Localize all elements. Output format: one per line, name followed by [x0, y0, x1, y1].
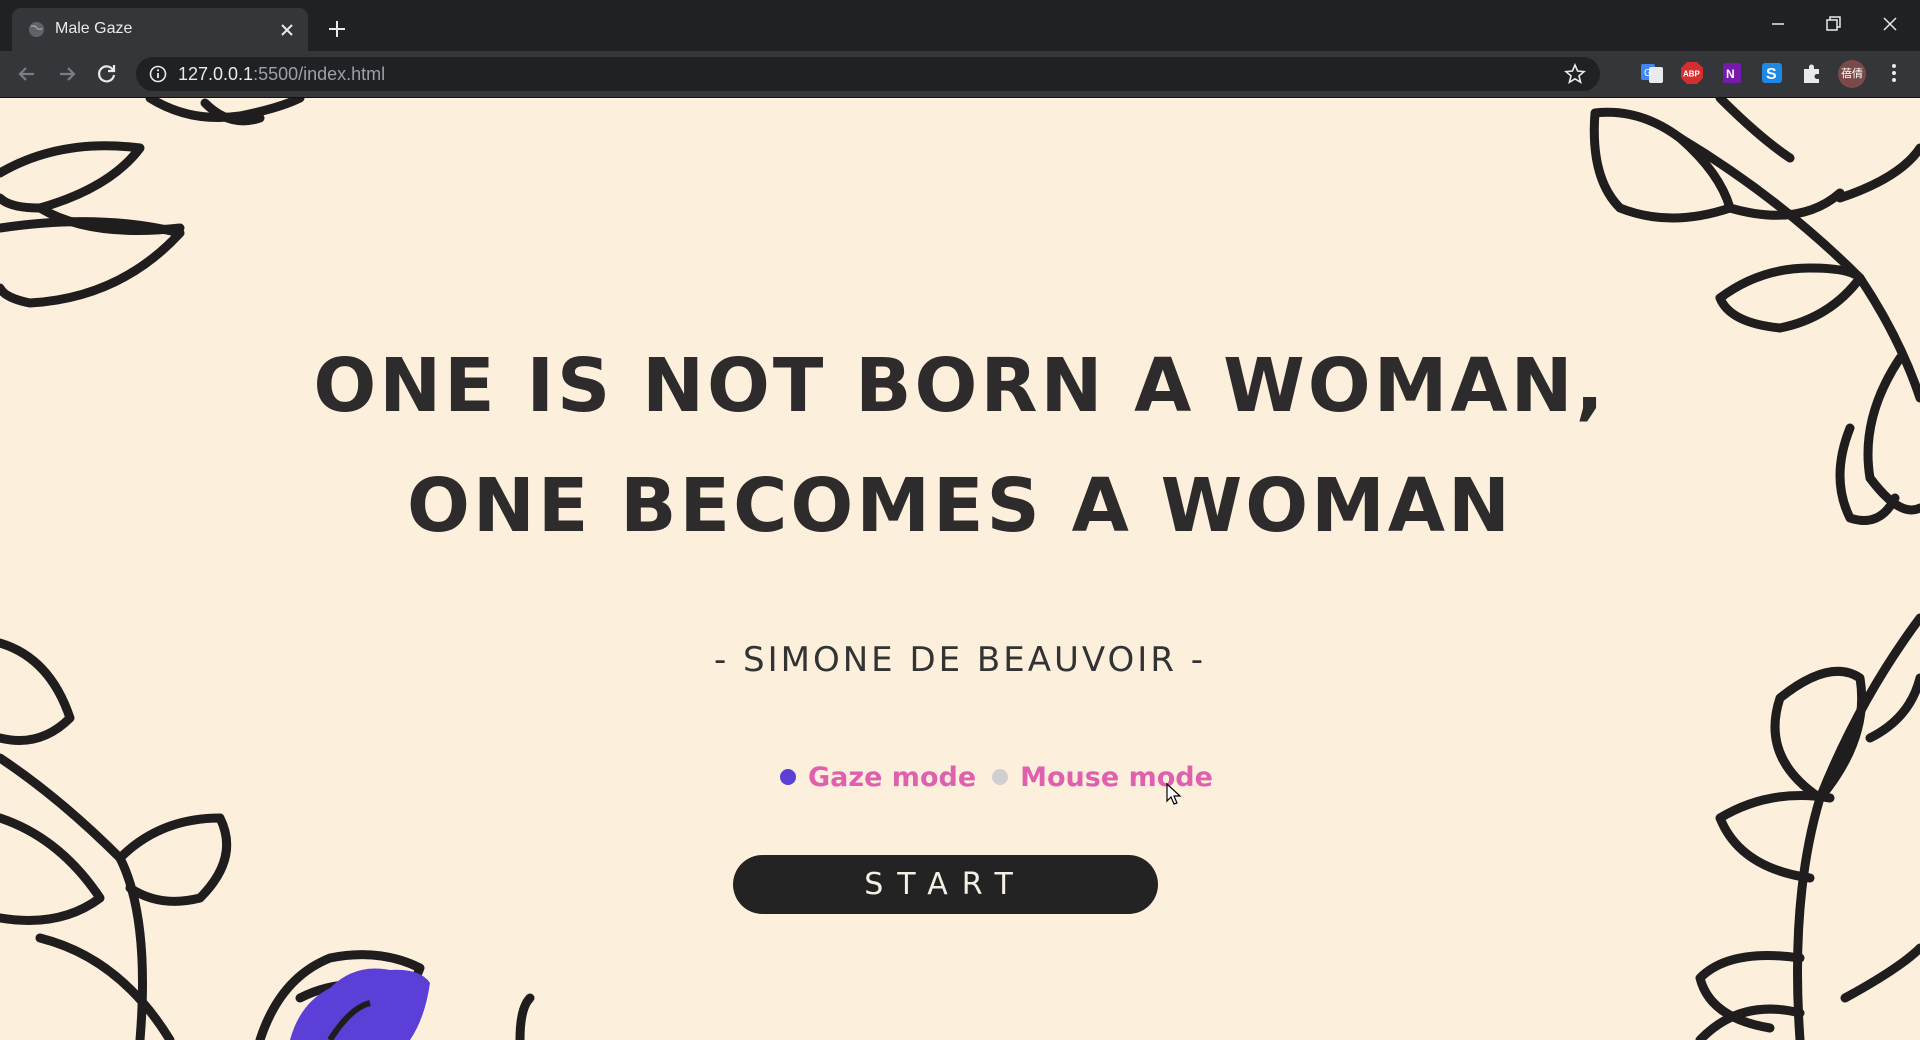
profile-avatar[interactable]: 蓓倩 — [1838, 60, 1866, 88]
adblock-icon[interactable]: ABP — [1680, 61, 1704, 85]
browser-toolbar: 127.0.0.1:5500/index.html — [0, 51, 1920, 97]
svg-text:S: S — [1766, 66, 1777, 83]
browser-tab[interactable]: Male Gaze — [12, 8, 308, 51]
back-icon[interactable] — [14, 61, 40, 87]
restore-icon[interactable] — [1821, 12, 1845, 36]
url-text: 127.0.0.1:5500/index.html — [178, 64, 386, 84]
menu-icon[interactable] — [1882, 61, 1906, 85]
quote-line-2: ONE BECOMES A WOMAN — [407, 463, 1513, 549]
globe-icon — [28, 21, 45, 38]
info-icon[interactable] — [149, 65, 167, 83]
svg-text:ABP: ABP — [1683, 70, 1701, 79]
forward-icon[interactable] — [54, 61, 80, 87]
svg-text:G: G — [1644, 68, 1652, 79]
s-extension-icon[interactable]: S — [1760, 61, 1784, 85]
onenote-icon[interactable]: N — [1720, 61, 1744, 85]
mouse-mode-label[interactable]: Mouse mode — [1020, 762, 1213, 793]
quote-line-1: ONE IS NOT BORN A WOMAN, — [313, 343, 1607, 429]
close-window-icon[interactable] — [1878, 12, 1902, 36]
start-button[interactable]: START — [733, 855, 1158, 914]
gaze-mode-radio[interactable] — [780, 769, 796, 785]
close-tab-icon[interactable] — [276, 19, 298, 41]
gaze-mode-option[interactable]: Gaze mode — [780, 762, 976, 793]
tab-title: Male Gaze — [55, 20, 133, 37]
quote-author: - SIMONE DE BEAUVOIR - — [713, 640, 1207, 680]
web-page: ONE IS NOT BORN A WOMAN, ONE BECOMES A W… — [0, 98, 1920, 1040]
browser-titlebar: Male Gaze — [0, 0, 1920, 51]
gaze-mode-label[interactable]: Gaze mode — [808, 762, 976, 793]
reload-icon[interactable] — [94, 61, 120, 87]
translate-icon[interactable]: G — [1640, 61, 1664, 85]
svg-text:N: N — [1726, 67, 1735, 81]
mouse-cursor-icon — [1166, 783, 1182, 805]
new-tab-icon[interactable] — [326, 18, 348, 40]
address-bar[interactable]: 127.0.0.1:5500/index.html — [136, 57, 1600, 91]
mouse-mode-radio[interactable] — [992, 769, 1009, 785]
puzzle-icon[interactable] — [1800, 61, 1824, 85]
minimize-icon[interactable] — [1766, 12, 1790, 36]
bookmark-star-icon[interactable] — [1564, 63, 1586, 85]
mode-selector: Gaze mode Mouse mode — [780, 757, 1229, 797]
